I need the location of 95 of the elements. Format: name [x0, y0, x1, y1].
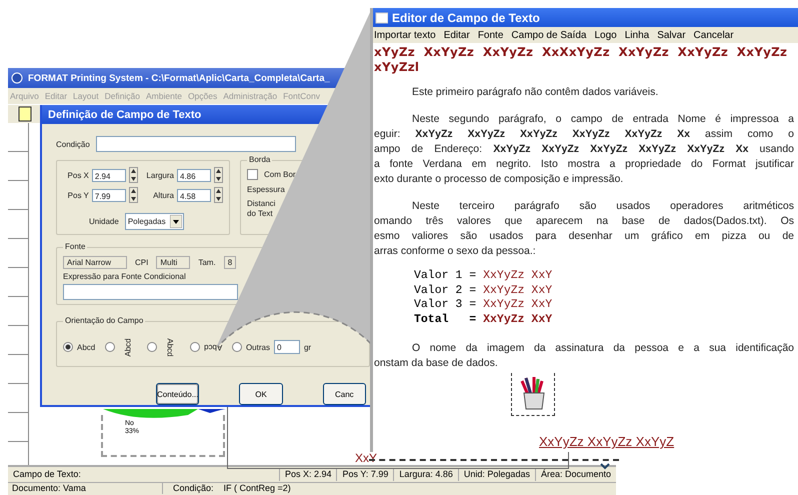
condition-field[interactable] [96, 136, 296, 152]
menu-item[interactable]: Fonte [478, 30, 504, 40]
group-title: Orientação do Campo [63, 316, 146, 325]
field-label: Largura [146, 170, 174, 180]
spinner-icon [128, 187, 138, 203]
spinner-icon [128, 167, 138, 183]
text-line: exto durante o processo de composição e impressão. [374, 172, 624, 187]
menu-item[interactable]: Campo de Saída [511, 30, 586, 40]
group-title: Fonte [63, 242, 88, 251]
window-title: Editor de Campo de Texto [392, 10, 540, 24]
status-field: Campo de Texto: [8, 468, 279, 481]
field-label: Tam. [198, 258, 216, 267]
unit-label: gr [304, 342, 312, 352]
dialog-button[interactable]: Canc [322, 383, 366, 405]
text-line: Neste terceiro parágrafo são usados operadores aritméticos [411, 199, 794, 214]
number-field[interactable]: 2.94 [92, 168, 126, 182]
cpi-field: Multi [156, 256, 190, 269]
radio-button[interactable] [232, 342, 242, 352]
field-text: xYyZz XxYyZz XxYyZz XxXxYyZz XxYyZz XxYyZz XxYyZz [374, 45, 788, 60]
group-title: Borda [247, 155, 272, 164]
font-field: Arial Narrow [63, 256, 127, 269]
radio-button[interactable] [105, 342, 116, 352]
checkbox[interactable] [247, 169, 258, 180]
spinner-icon [214, 167, 223, 183]
radio-button[interactable] [147, 342, 158, 352]
dialog-title: Definição de Campo de Texto [48, 108, 202, 120]
window-icon [375, 11, 388, 24]
field-label: Expressão para Fonte Condicional [63, 272, 187, 281]
value-label: Valor 3 = [414, 298, 476, 312]
field-text: XxY [355, 451, 378, 465]
text-line: omando três valores que aparecem na base de dados(Dados.txt). Os [374, 214, 794, 229]
text-line: Neste segundo parágrafo, o campo de entrada Nome é impressoa a [411, 112, 794, 127]
status-field: Documento: Vama [8, 483, 163, 494]
chevron-down-icon [599, 461, 611, 471]
status-field: Pos X: 2.94 [278, 468, 336, 481]
field-text: xYyZzl [374, 60, 420, 75]
dropdown-arrow-icon [170, 215, 182, 228]
dialog-button[interactable]: Conteúdo... [156, 383, 200, 405]
field-label: Pos X [68, 170, 89, 180]
text-line: a fonte Verdana em negrito. Isto mostra a propriedade do Format jsutificar [374, 157, 794, 172]
dialog-button[interactable]: OK [239, 383, 283, 405]
conditional-font-field[interactable] [63, 284, 238, 300]
field-label: Espessura [247, 185, 286, 194]
field-label: Altura [153, 190, 174, 200]
text-line: onstam da base de dados. [374, 356, 499, 371]
text-line: eguir: XxYyZz XxYyZz XxYyZz XxYyZz XxYyZz Xx assim como o [374, 127, 794, 142]
text-line: ampo de Endereço: XxYyZz XxYyZz XxYyZz XxYyZz XxYyZz Xx usando [374, 142, 794, 157]
status-field: Área: Documento [534, 468, 616, 481]
size-field: 8 [224, 256, 236, 269]
status-field: Pos Y: 7.99 [336, 468, 394, 481]
field-heading: XxYyZz XxYyZz XxYyZ [539, 434, 674, 449]
number-field[interactable]: 4.86 [177, 168, 211, 182]
field-label: Unidade [89, 217, 119, 226]
menu-item[interactable]: Linha [624, 30, 650, 40]
option-label: Outras [246, 342, 270, 352]
text-line: arras conforme o sexo da pessoa.: [374, 244, 537, 259]
value-label: Valor 1 = [414, 269, 476, 284]
value-field: XxYyZz XxY [483, 269, 552, 284]
value-label: Valor 2 = [414, 284, 476, 298]
new-file-icon [18, 106, 32, 122]
option-label: Abcd [77, 342, 96, 352]
menu-item[interactable]: Importar texto [374, 30, 436, 40]
text-line: esmo valiores são usados para desenhar um gráfico em pizza ou de [374, 229, 794, 244]
field-label: Distanci [247, 199, 276, 209]
option-label: Abcd [204, 342, 222, 352]
menu-item[interactable]: Editar [444, 30, 470, 40]
spinner-icon [214, 187, 223, 203]
value-field: XxYyZz XxY [483, 298, 552, 312]
value-field: XxYyZz XxY [483, 284, 552, 298]
radio-button[interactable] [190, 342, 200, 352]
field-label: do Text [247, 209, 274, 219]
value-field: XxYyZz XxY [483, 312, 552, 327]
number-field[interactable]: 4.58 [177, 188, 211, 202]
app-icon [11, 72, 24, 84]
checkbox-label: Com Bor [264, 170, 296, 179]
unit-dropdown[interactable]: Polegadas [124, 213, 184, 230]
field-label: CPI [135, 258, 148, 267]
number-field[interactable]: 7.99 [92, 188, 126, 202]
status-field: Unid: Polegadas [458, 468, 535, 481]
window-title: FORMAT Printing System - C:\Format\Aplic\Carta_Completa\Carta_ [28, 72, 330, 84]
menu-item[interactable]: Logo [594, 30, 617, 40]
value-label: Total = [414, 312, 476, 327]
radio-button[interactable] [63, 342, 73, 352]
menu-item[interactable]: Salvar [657, 30, 686, 40]
option-label: Abcd [124, 338, 133, 356]
text-line: Este primeiro parágrafo não contêm dados variáveis. [411, 85, 660, 100]
status-field: IF ( ContReg =2) [224, 483, 291, 494]
text-line: O nome da imagem da assinatura da pessoa e a sua identificação [411, 341, 794, 356]
menu-item[interactable]: Cancelar [694, 30, 734, 40]
field-label: Condição [56, 140, 90, 148]
degrees-field[interactable]: 0 [274, 340, 300, 354]
status-label: Condição: [173, 483, 214, 494]
field-label: Pos Y [68, 190, 89, 200]
option-label: Abcd [166, 338, 176, 356]
status-field: Largura: 4.86 [393, 468, 458, 481]
